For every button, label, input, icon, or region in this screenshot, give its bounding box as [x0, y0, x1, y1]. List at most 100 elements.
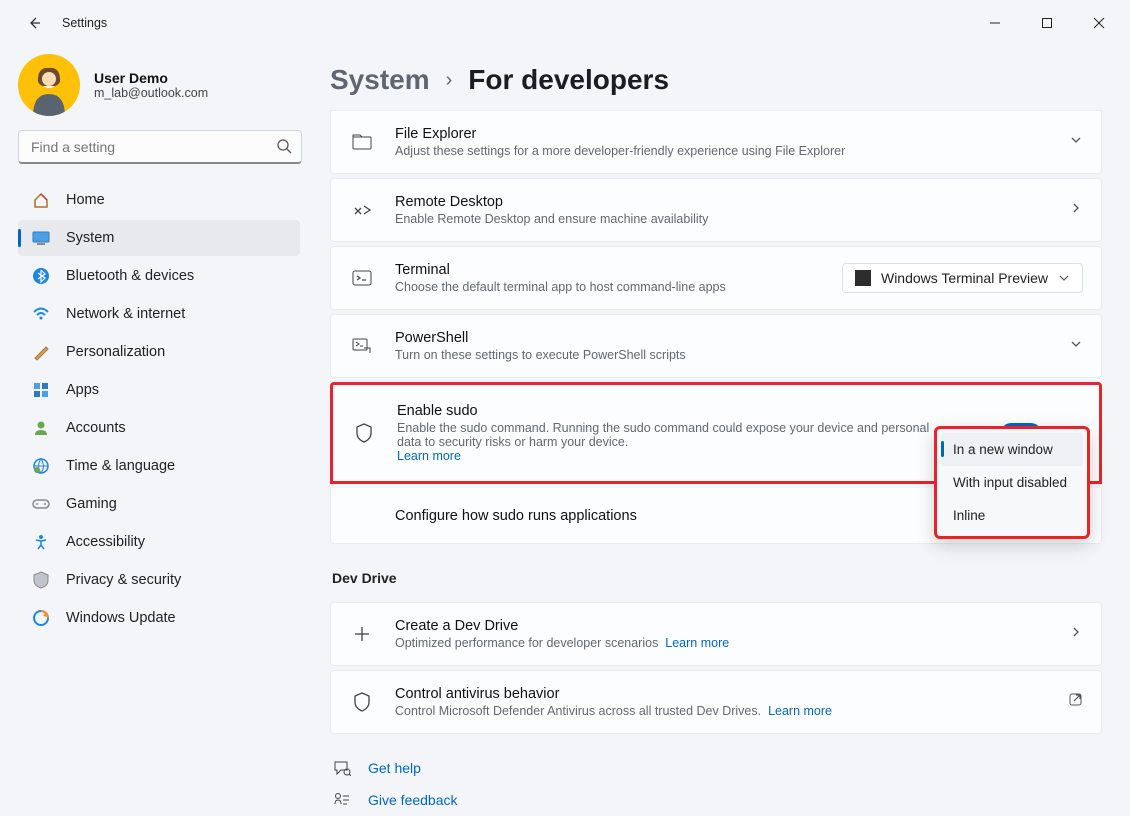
update-icon — [30, 609, 52, 627]
card-title: Create a Dev Drive — [395, 618, 1057, 634]
chevron-down-icon — [1069, 133, 1083, 152]
home-icon — [30, 191, 52, 209]
card-title: Terminal — [395, 262, 842, 278]
dropdown-option[interactable]: With input disabled — [941, 466, 1083, 499]
card-desc: Enable the sudo command. Running the sud… — [397, 421, 957, 463]
chevron-down-icon — [1058, 272, 1070, 284]
chevron-right-icon — [1069, 201, 1083, 220]
powershell-icon — [349, 338, 375, 354]
sidebar-item-update[interactable]: Windows Update — [18, 600, 300, 636]
card-title: Remote Desktop — [395, 194, 1057, 210]
globe-icon — [30, 457, 52, 475]
get-help-link[interactable]: Get help — [332, 760, 1102, 776]
card-title: Control antivirus behavior — [395, 686, 1056, 702]
search-icon — [276, 138, 292, 159]
card-desc: Adjust these settings for a more develop… — [395, 144, 1057, 158]
close-button[interactable] — [1076, 8, 1122, 38]
sidebar-item-time[interactable]: Time & language — [18, 448, 300, 484]
sidebar-item-bluetooth[interactable]: Bluetooth & devices — [18, 258, 300, 294]
sudo-mode-dropdown: In a new window With input disabled Inli… — [934, 426, 1090, 539]
person-icon — [30, 419, 52, 437]
dropdown-option[interactable]: Inline — [941, 499, 1083, 532]
terminal-dropdown[interactable]: Windows Terminal Preview — [842, 263, 1083, 293]
terminal-selected: Windows Terminal Preview — [881, 270, 1048, 286]
breadcrumb-parent[interactable]: System — [330, 64, 430, 96]
sidebar-item-accessibility[interactable]: Accessibility — [18, 524, 300, 560]
folder-icon — [349, 134, 375, 150]
sidebar-item-home[interactable]: Home — [18, 182, 300, 218]
terminal-icon — [349, 270, 375, 286]
card-file-explorer[interactable]: File Explorer Adjust these settings for … — [330, 110, 1102, 174]
profile-name: User Demo — [94, 70, 208, 86]
learn-more-link[interactable]: Learn more — [665, 636, 729, 650]
nav-label: Bluetooth & devices — [66, 268, 194, 284]
wifi-icon — [30, 305, 52, 323]
nav-label: System — [66, 230, 114, 246]
gamepad-icon — [30, 495, 52, 513]
nav-list: Home System Bluetooth & devices Network … — [18, 182, 300, 636]
remote-icon — [349, 203, 375, 217]
card-desc: Enable Remote Desktop and ensure machine… — [395, 212, 1057, 226]
search-input[interactable] — [18, 130, 302, 164]
shield-icon — [351, 423, 377, 443]
nav-label: Privacy & security — [66, 572, 181, 588]
terminal-app-icon — [855, 270, 871, 286]
breadcrumb: System › For developers — [330, 64, 1102, 96]
card-desc: Optimized performance for developer scen… — [395, 636, 1057, 650]
apps-icon — [30, 381, 52, 399]
card-powershell[interactable]: PowerShell Turn on these settings to exe… — [330, 314, 1102, 378]
open-icon — [1068, 692, 1083, 712]
card-antivirus[interactable]: Control antivirus behavior Control Micro… — [330, 670, 1102, 734]
sidebar-item-accounts[interactable]: Accounts — [18, 410, 300, 446]
sidebar: User Demo m_lab@outlook.com Home System … — [0, 46, 312, 816]
nav-label: Time & language — [66, 458, 175, 474]
chevron-right-icon — [1069, 625, 1083, 644]
feedback-label: Give feedback — [368, 792, 458, 808]
breadcrumb-current: For developers — [468, 64, 669, 96]
nav-label: Home — [66, 192, 105, 208]
card-remote-desktop[interactable]: Remote Desktop Enable Remote Desktop and… — [330, 178, 1102, 242]
nav-label: Accounts — [66, 420, 126, 436]
nav-label: Accessibility — [66, 534, 145, 550]
feedback-link[interactable]: Give feedback — [332, 792, 1102, 808]
titlebar: Settings — [0, 0, 1130, 46]
nav-label: Personalization — [66, 344, 165, 360]
avatar — [18, 54, 80, 116]
nav-label: Windows Update — [66, 610, 176, 626]
nav-label: Apps — [66, 382, 99, 398]
profile-block[interactable]: User Demo m_lab@outlook.com — [18, 54, 300, 116]
dropdown-option[interactable]: In a new window — [941, 433, 1083, 466]
window-title: Settings — [62, 16, 107, 30]
sidebar-item-privacy[interactable]: Privacy & security — [18, 562, 300, 598]
feedback-icon — [332, 792, 352, 808]
shield-icon — [349, 692, 375, 712]
maximize-button[interactable] — [1024, 8, 1070, 38]
chevron-right-icon: › — [446, 69, 453, 92]
search-box[interactable] — [18, 130, 302, 164]
learn-more-link[interactable]: Learn more — [397, 449, 461, 463]
minimize-button[interactable] — [972, 8, 1018, 38]
sidebar-item-apps[interactable]: Apps — [18, 372, 300, 408]
brush-icon — [30, 343, 52, 361]
help-icon — [332, 760, 352, 776]
card-create-dev-drive[interactable]: Create a Dev Drive Optimized performance… — [330, 602, 1102, 666]
main-content: System › For developers File Explorer Ad… — [312, 46, 1130, 816]
accessibility-icon — [30, 533, 52, 551]
card-title: PowerShell — [395, 330, 1057, 346]
learn-more-link[interactable]: Learn more — [768, 704, 832, 718]
bluetooth-icon — [30, 267, 52, 285]
sidebar-item-personalization[interactable]: Personalization — [18, 334, 300, 370]
back-button[interactable] — [18, 7, 50, 39]
card-desc: Choose the default terminal app to host … — [395, 280, 842, 294]
sidebar-item-system[interactable]: System — [18, 220, 300, 256]
profile-email: m_lab@outlook.com — [94, 86, 208, 100]
help-label: Get help — [368, 760, 421, 776]
chevron-down-icon — [1069, 337, 1083, 356]
shield-icon — [30, 571, 52, 589]
sidebar-item-gaming[interactable]: Gaming — [18, 486, 300, 522]
sidebar-item-network[interactable]: Network & internet — [18, 296, 300, 332]
card-terminal[interactable]: Terminal Choose the default terminal app… — [330, 246, 1102, 310]
nav-label: Network & internet — [66, 306, 185, 322]
card-title: Enable sudo — [397, 403, 958, 419]
section-dev-drive: Dev Drive — [332, 570, 1102, 586]
